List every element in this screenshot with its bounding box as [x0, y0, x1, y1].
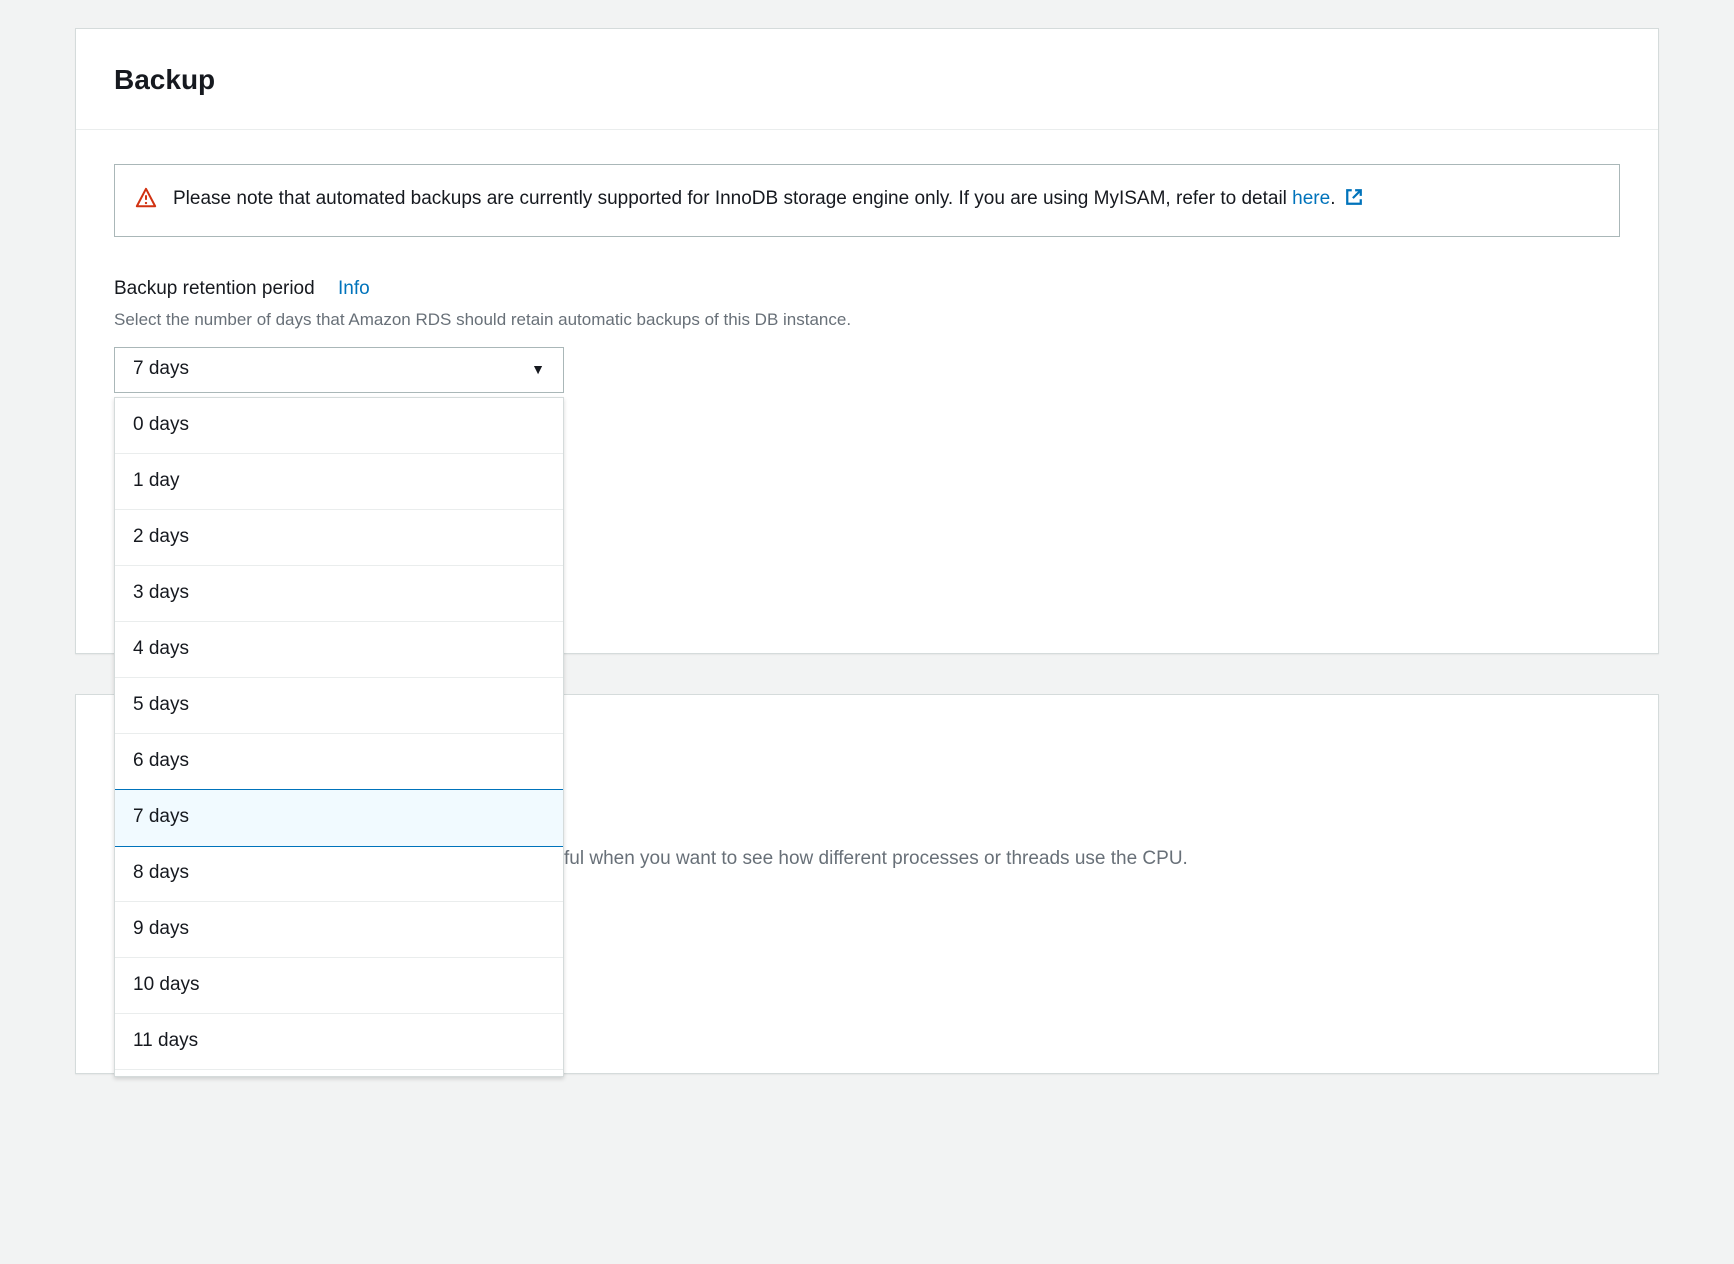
retention-option[interactable]: 6 days	[115, 734, 563, 790]
external-link-icon	[1345, 187, 1363, 216]
retention-selected-value: 7 days	[133, 355, 189, 384]
retention-select: 7 days ▼ 0 days1 day2 days3 days4 days5 …	[114, 347, 564, 393]
alert-here-link[interactable]: here	[1292, 188, 1330, 209]
retention-select-trigger[interactable]: 7 days ▼	[114, 347, 564, 393]
retention-option[interactable]: 9 days	[115, 902, 563, 958]
panel-body: Please note that automated backups are c…	[76, 130, 1658, 653]
retention-option[interactable]: 4 days	[115, 622, 563, 678]
retention-option[interactable]: 8 days	[115, 846, 563, 902]
warning-icon	[135, 187, 157, 209]
retention-help: Select the number of days that Amazon RD…	[114, 307, 1620, 333]
retention-option[interactable]: 1 day	[115, 454, 563, 510]
retention-option[interactable]: 5 days	[115, 678, 563, 734]
alert-text-before: Please note that automated backups are c…	[173, 188, 1292, 209]
retention-dropdown[interactable]: 0 days1 day2 days3 days4 days5 days6 day…	[114, 397, 564, 1077]
retention-option[interactable]: 10 days	[115, 958, 563, 1014]
retention-info-link[interactable]: Info	[338, 278, 370, 299]
backup-alert: Please note that automated backups are c…	[114, 164, 1620, 237]
retention-option[interactable]: 11 days	[115, 1014, 563, 1070]
retention-option[interactable]: 3 days	[115, 566, 563, 622]
retention-label: Backup retention period	[114, 278, 315, 299]
panel-title: Backup	[114, 59, 1620, 101]
retention-label-row: Backup retention period Info	[114, 275, 1620, 304]
alert-text-after: .	[1330, 188, 1335, 209]
retention-option[interactable]: 2 days	[115, 510, 563, 566]
caret-down-icon: ▼	[531, 359, 545, 380]
panel-header: Backup	[76, 29, 1658, 130]
retention-option[interactable]: 0 days	[115, 398, 563, 454]
backup-panel: Backup Please note that automated backup…	[75, 28, 1659, 654]
retention-option[interactable]: 7 days	[114, 789, 564, 847]
